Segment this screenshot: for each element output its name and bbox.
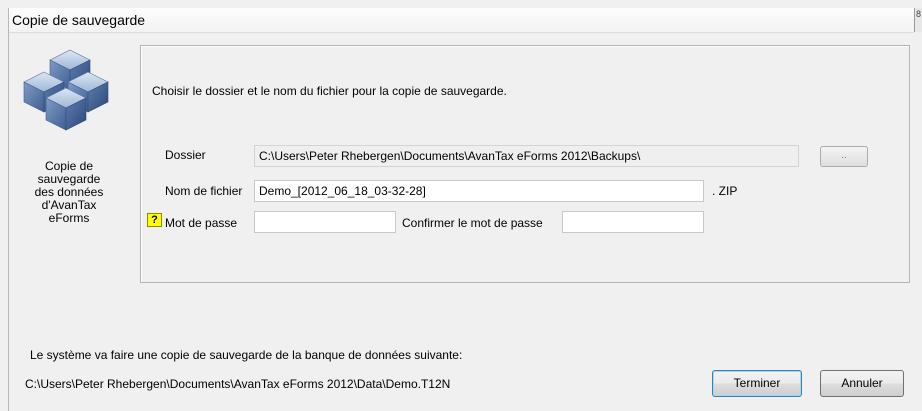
database-path: C:\Users\Peter Rhebergen\Documents\AvanT… [25,377,451,391]
password-field[interactable] [254,211,396,233]
folder-label: Dossier [165,148,206,162]
sidebar-caption: Copie de sauvegarde des données d'AvanTa… [34,159,104,225]
finish-button[interactable]: Terminer [712,370,802,397]
folder-field[interactable] [254,145,799,167]
database-cubes-icon [23,49,109,131]
confirm-password-label: Confirmer le mot de passe [402,216,543,230]
file-extension-label: . ZIP [712,184,738,198]
confirm-password-field[interactable] [562,211,704,233]
cancel-button[interactable]: Annuler [820,370,904,397]
filename-field[interactable] [254,180,704,202]
browse-folder-button[interactable]: .. [820,146,868,167]
close-edge-glyph: 8 [916,9,922,19]
filename-label: Nom de fichier [165,184,243,198]
instruction-text: Choisir le dossier et le nom du fichier … [152,84,507,98]
title-bar[interactable]: Copie de sauvegarde [9,8,914,33]
close-button[interactable]: 8 [914,8,922,32]
password-label: Mot de passe [165,216,238,230]
dialog-border [8,8,9,411]
window-title: Copie de sauvegarde [12,12,146,28]
database-note: Le système va faire une copie de sauvega… [30,348,463,362]
help-icon[interactable]: ? [147,213,162,227]
